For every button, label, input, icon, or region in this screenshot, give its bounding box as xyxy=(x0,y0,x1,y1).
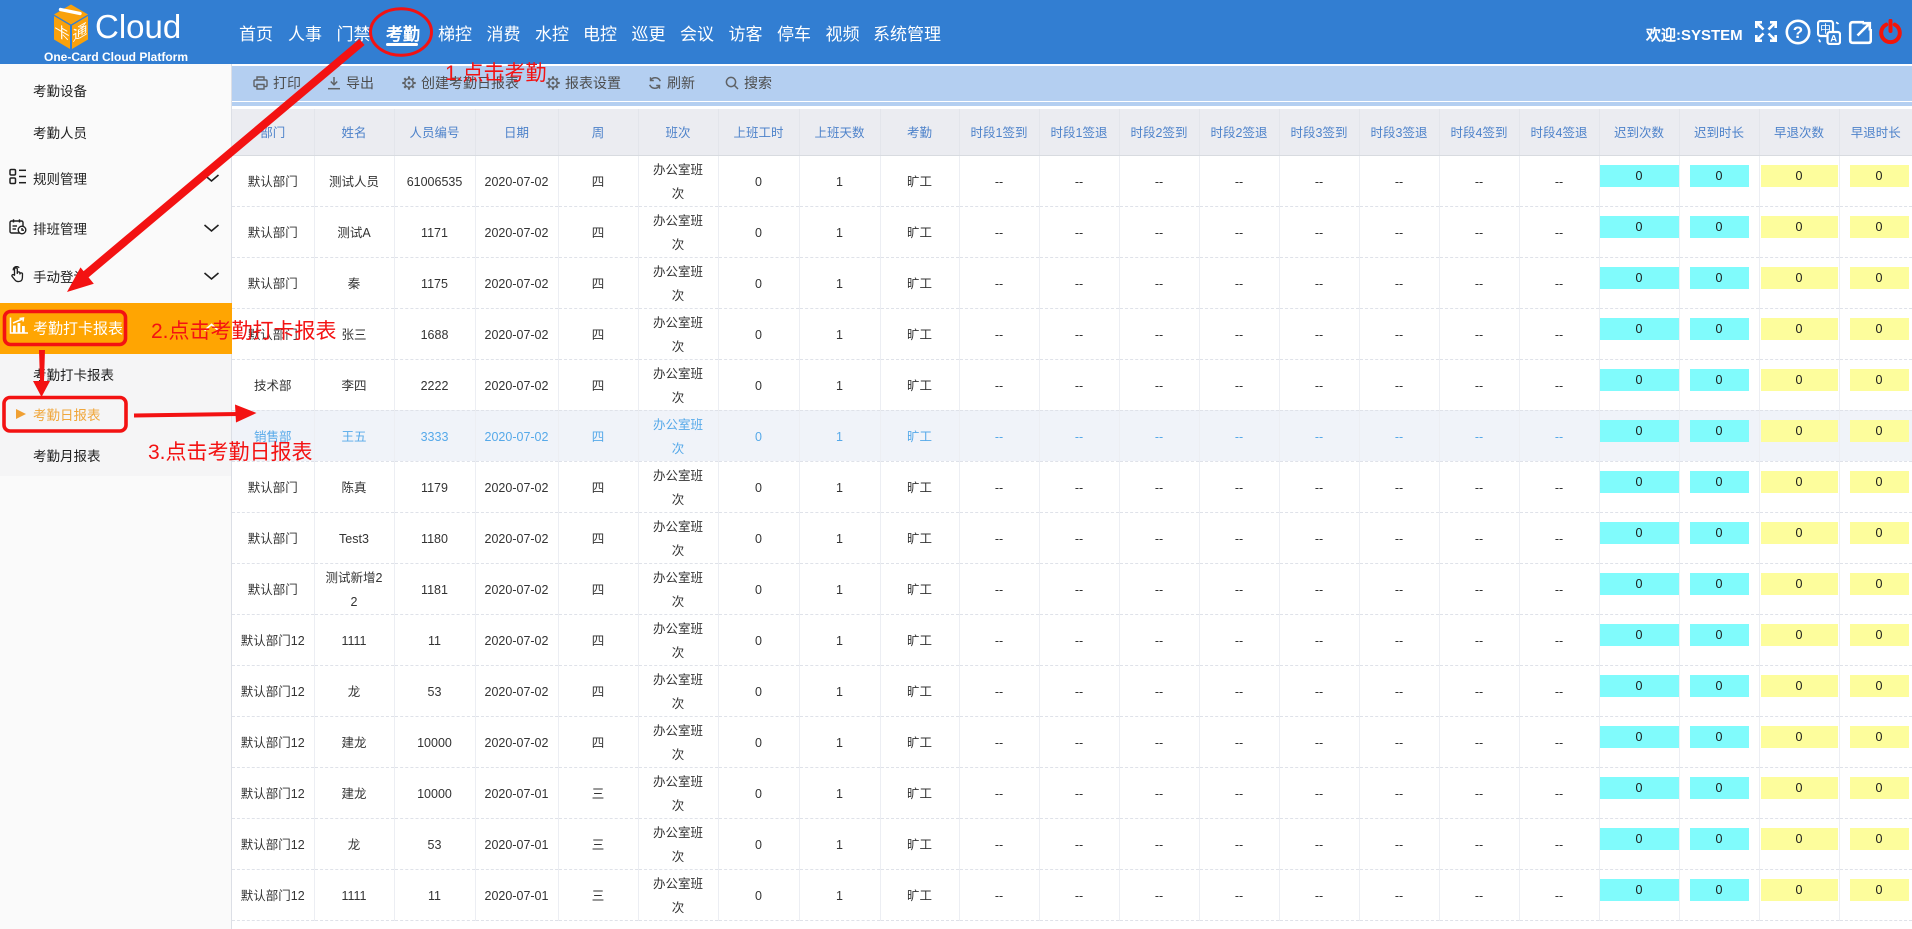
svg-text:A: A xyxy=(1830,34,1837,45)
svg-text:?: ? xyxy=(1793,23,1803,42)
